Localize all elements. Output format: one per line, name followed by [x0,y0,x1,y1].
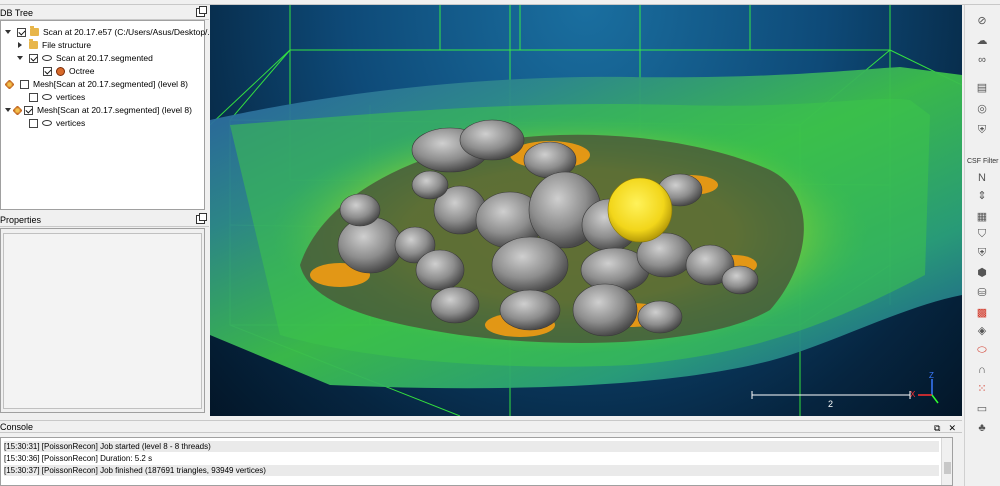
visibility-checkbox[interactable] [29,92,38,102]
visibility-checkbox[interactable] [17,27,26,37]
csf-filter-label: CSF Filter [967,158,999,165]
axis-trihedron: Z X [910,371,939,404]
scale-icon[interactable]: ⇕ [974,188,990,202]
float-panel-icon[interactable] [196,6,207,17]
properties-title: Properties [0,215,42,225]
3d-scene: Z X [210,5,962,416]
cloudcompare-window: DB Tree Scan at 20.17.e57 (C:/Users/Asus… [0,0,1000,486]
yellow-sphere [607,177,673,243]
tree-item-mesh-1[interactable]: Mesh[Scan at 20.17.segmented] (level 8) [4,78,188,90]
tree-item-mesh-2[interactable]: Mesh[Scan at 20.17.segmented] (level 8) [5,104,192,116]
tree-item-scan-file[interactable]: Scan at 20.17.e57 (C:/Users/Asus/Desktop… [5,26,215,38]
tree-item-label: Mesh[Scan at 20.17.segmented] (level 8) [37,105,192,115]
db-tree-title: DB Tree [0,8,34,18]
folder-icon [29,39,38,49]
north-icon[interactable]: N [974,171,990,185]
cloud-icon [42,120,52,126]
collapse-arrow-icon[interactable] [5,108,11,112]
visibility-checkbox[interactable] [29,53,38,63]
magnet-icon[interactable]: ∩ [974,363,990,377]
ellipse-icon[interactable]: ⬭ [974,343,990,357]
folder-icon [30,26,39,36]
tree-item-octree[interactable]: Octree [43,65,95,77]
db-tree-header: DB Tree [0,6,209,20]
shield-icon[interactable]: ⛨ [974,123,990,137]
right-toolbar: ⊘ ☁ ∞ ▤ ◎ ⛨ CSF Filter N ⇕ ▦ ⛉ ⛨ ⬢ ⛁ ▩ ◈… [964,5,1000,486]
hexagon-icon[interactable]: ⬢ [974,265,990,279]
clapper-icon[interactable]: ▤ [974,80,990,94]
axis-x-label: X [910,390,916,399]
octree-icon [56,66,65,76]
console-scrollbar[interactable] [941,438,952,485]
tree-item-file-structure[interactable]: File structure [17,39,91,51]
visibility-checkbox[interactable] [20,79,29,89]
tree-item-label: vertices [56,92,86,102]
binoculars-icon[interactable]: ∞ [974,53,990,67]
compass-icon[interactable]: ◎ [974,101,990,115]
cloud-icon [42,55,52,61]
3d-view[interactable]: Z X 2 [210,5,962,416]
expand-arrow-icon[interactable] [18,42,22,48]
tree-item-vertices-2[interactable]: vertices [29,117,85,129]
tree-item-vertices-1[interactable]: vertices [29,91,85,103]
collapse-arrow-icon[interactable] [5,30,11,34]
console-log[interactable]: [15:30:31] [PoissonRecon] Job started (l… [0,437,953,486]
log-line: [15:30:31] [PoissonRecon] Job started (l… [4,441,939,452]
shield3-icon[interactable]: ⛨ [974,246,990,260]
cloud-icon[interactable]: ☁ [974,33,990,47]
shield2-icon[interactable]: ⛉ [974,227,990,241]
visibility-checkbox[interactable] [29,118,38,128]
mesh-icon [4,78,15,90]
properties-panel [0,228,205,413]
db-tree[interactable]: Scan at 20.17.e57 (C:/Users/Asus/Desktop… [0,20,215,210]
tree-icon[interactable]: ♣ [974,421,990,435]
tree-item-segmented-cloud[interactable]: Scan at 20.17.segmented [17,52,153,64]
tree-item-label: Mesh[Scan at 20.17.segmented] (level 8) [33,79,188,89]
collapse-arrow-icon[interactable] [17,56,23,60]
m3c2-icon[interactable]: ▦ [974,209,990,223]
tree-item-label: vertices [56,118,86,128]
stack-icon[interactable]: ▩ [974,305,990,319]
db-icon[interactable]: ⛁ [974,285,990,299]
properties-table [3,233,202,409]
axis-z-label: Z [929,371,934,380]
dotgrid-icon[interactable]: ⁙ [974,381,990,395]
tree-item-label: Scan at 20.17.e57 (C:/Users/Asus/Desktop… [43,27,215,37]
tree-item-label: Scan at 20.17.segmented [56,53,153,63]
scale-bar [751,391,911,399]
layers-icon[interactable]: ◈ [974,323,990,337]
ruler-icon[interactable]: ▭ [974,401,990,415]
scale-bar-label: 2 [828,399,834,409]
close-icon[interactable]: ✕ [948,422,956,434]
scrollbar-thumb[interactable] [944,462,951,474]
float-panel-icon[interactable] [196,213,207,224]
tree-item-label: Octree [69,66,95,76]
log-line: [15:30:36] [PoissonRecon] Duration: 5.2 … [4,454,153,463]
no-entry-icon[interactable]: ⊘ [974,13,990,27]
cloud-icon [42,94,52,100]
visibility-checkbox[interactable] [24,105,33,115]
console-title: Console [0,422,34,432]
console-header: Console ⧉ ✕ [0,420,962,433]
float-console-icon[interactable]: ⧉ [934,422,940,434]
mesh-icon [12,104,23,116]
properties-header: Properties [0,213,209,227]
visibility-checkbox[interactable] [43,66,52,76]
tree-item-label: File structure [42,40,92,50]
log-line: [15:30:37] [PoissonRecon] Job finished (… [4,465,939,476]
